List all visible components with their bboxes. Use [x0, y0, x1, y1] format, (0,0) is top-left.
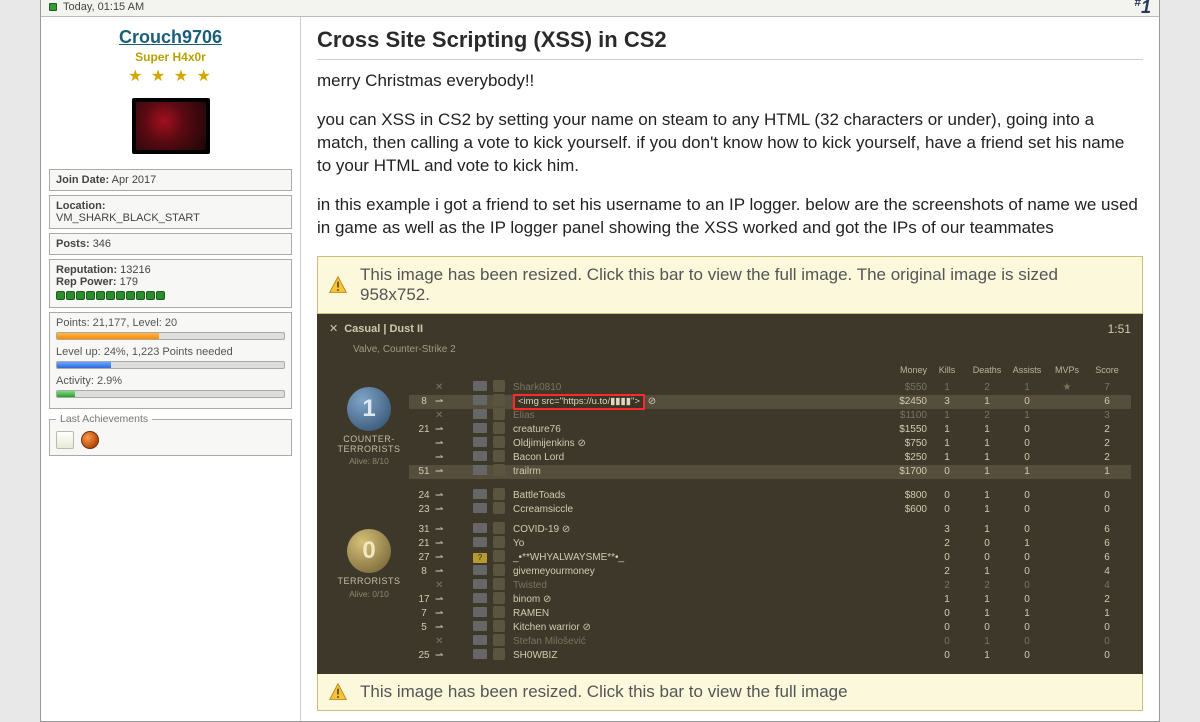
post-content: Cross Site Scripting (XSS) in CS2 merry … [301, 17, 1159, 721]
player-row: 8⇀givemeyourmoney2104 [409, 565, 1131, 579]
player-row: 31⇀COVID-19 ⊘3106 [409, 523, 1131, 537]
player-row: 17⇀binom ⊘1102 [409, 593, 1131, 607]
t-player-table: 31⇀COVID-19 ⊘310621⇀Yo201627⇀?_•**WHYALW… [409, 523, 1131, 663]
image-resize-bar[interactable]: This image has been resized. Click this … [317, 256, 1143, 314]
player-row: ✕Shark0810$550121★7 [409, 381, 1131, 395]
player-row: 23⇀Ccreamsiccle$6000100 [409, 503, 1131, 517]
achievement-icon[interactable] [56, 431, 74, 449]
post-header-bar: Today, 01:15 AM #1 [41, 0, 1159, 17]
player-row: 51⇀trailrm$17000111 [409, 465, 1131, 479]
player-row: ✕Twisted2204 [409, 579, 1131, 593]
ct-player-table: ✕Shark0810$550121★78⇀<img src="https://u… [409, 381, 1131, 517]
post-timestamp: Today, 01:15 AM [63, 1, 144, 13]
player-row: 5⇀Kitchen warrior ⊘0000 [409, 621, 1131, 635]
post-body-text: merry Christmas everybody!! you can XSS … [317, 70, 1143, 240]
round-clock: 1:51 [1108, 322, 1131, 336]
achievement-icon[interactable] [81, 431, 99, 449]
avatar[interactable] [132, 98, 210, 154]
player-row: ⇀Oldjimijenkins ⊘$7501102 [409, 437, 1131, 451]
warning-icon [328, 275, 348, 295]
player-row: 8⇀<img src="https://u.to/▮▮▮▮"> ⊘$245031… [409, 395, 1131, 409]
online-status-icon [49, 3, 57, 11]
post-title: Cross Site Scripting (XSS) in CS2 [317, 27, 1143, 60]
warning-icon [328, 682, 348, 702]
player-row: 24⇀BattleToads$8000100 [409, 489, 1131, 503]
rep-pips-icon [56, 291, 285, 303]
server-subtitle: Valve, Counter-Strike 2 [317, 344, 1143, 359]
player-row: 25⇀SH0WBIZ0100 [409, 649, 1131, 663]
ct-team-badge: 1 COUNTER-TERRORISTS Alive: 8/10 [329, 381, 409, 517]
achievements-box: Last Achievements [49, 413, 292, 456]
player-row: ✕Stefan Milošević0100 [409, 635, 1131, 649]
player-row: 21⇀creature76$15501102 [409, 423, 1131, 437]
player-row: 27⇀?_•**WHYALWAYSME**•_0006 [409, 551, 1131, 565]
level-stats-box: Points: 21,177, Level: 20 Level up: 24%,… [49, 312, 292, 409]
game-mode: Casual | Dust II [344, 323, 423, 335]
player-row: ✕Elias$11001213 [409, 409, 1131, 423]
username-link[interactable]: Crouch9706 [49, 27, 292, 48]
player-row: 21⇀Yo2016 [409, 537, 1131, 551]
player-row: ⇀Bacon Lord$2501102 [409, 451, 1131, 465]
forum-post: Today, 01:15 AM #1 Crouch9706 Super H4x0… [40, 0, 1160, 722]
user-info-panel: Crouch9706 Super H4x0r ★ ★ ★ ★ Join Date… [41, 17, 301, 721]
t-team-badge: 0 TERRORISTS Alive: 0/10 [329, 523, 409, 663]
rank-stars-icon: ★ ★ ★ ★ [49, 66, 292, 86]
user-title: Super H4x0r [49, 50, 292, 64]
join-date-box: Join Date: Apr 2017 [49, 169, 292, 191]
post-number[interactable]: #1 [1134, 0, 1151, 18]
posts-box: Posts: 346 [49, 233, 292, 255]
player-row: 7⇀RAMEN0111 [409, 607, 1131, 621]
reputation-box: Reputation: 13216 Rep Power: 179 [49, 259, 292, 308]
image-resize-bar[interactable]: This image has been resized. Click this … [317, 674, 1143, 711]
location-box: Location: VM_SHARK_BLACK_START [49, 195, 292, 229]
game-screenshot[interactable]: ✕ Casual | Dust II 1:51 Valve, Counter-S… [317, 314, 1143, 674]
